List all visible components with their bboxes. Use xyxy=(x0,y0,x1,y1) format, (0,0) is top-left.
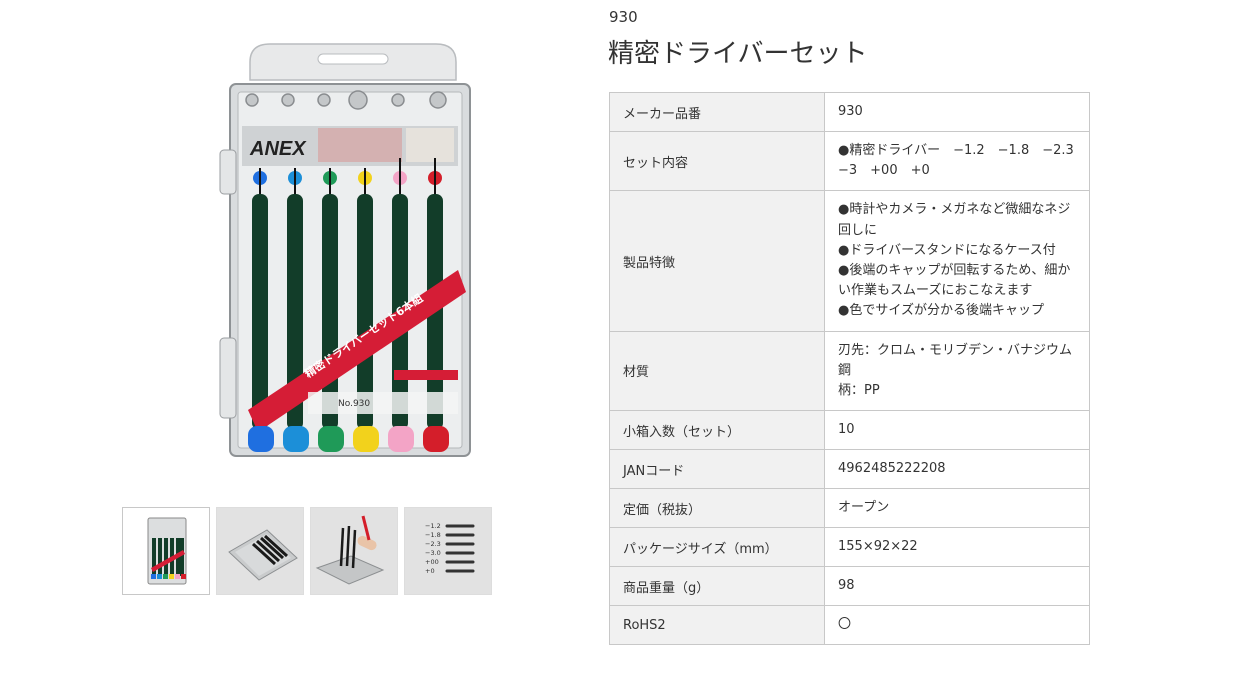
spec-value: 4962485222208 xyxy=(824,449,1090,490)
spec-value-line: 930 xyxy=(838,103,863,119)
spec-row: 材質 刃先：クロム・モリブデン・バナジウム鋼柄：PP xyxy=(609,330,1090,412)
thumbnail-package[interactable] xyxy=(122,507,210,595)
spec-row: 商品重量（g） 98 xyxy=(609,566,1090,607)
spec-value-line: 鋼 xyxy=(838,362,852,378)
spec-value-line: 98 xyxy=(838,578,855,594)
spec-value: ●精密ドライバー −1.2 −1.8 −2.3 −3 +00 +0 xyxy=(824,130,1090,192)
thumbnail-case-open[interactable] xyxy=(216,507,304,595)
spec-label: 小箱入数（セット） xyxy=(609,410,825,451)
svg-text:ANEX: ANEX xyxy=(249,138,307,160)
spec-row: メーカー品番 930 xyxy=(609,92,1090,132)
spec-label: RoHS2 xyxy=(609,605,825,646)
spec-value-line: ●時計やカメラ・メガネなど微細なネジ xyxy=(838,202,1071,218)
spec-label: 商品重量（g） xyxy=(609,566,825,607)
spec-value: 10 xyxy=(824,410,1090,451)
spec-row: パッケージサイズ（mm） 155×92×22 xyxy=(609,527,1090,568)
spec-value: 〇 xyxy=(824,605,1090,646)
product-code: 930 xyxy=(609,8,638,26)
spec-row: JANコード 4962485222208 xyxy=(609,449,1090,490)
spec-value: 刃先：クロム・モリブデン・バナジウム鋼柄：PP xyxy=(824,330,1090,412)
tip-label: −1.8 xyxy=(425,531,441,539)
product-main-image: ANEX 精密ドライバーセット6本組 No.930 xyxy=(219,43,471,457)
tip-label: +00 xyxy=(425,558,439,566)
spec-value-line: 柄：PP xyxy=(838,383,880,399)
spec-value: ●時計やカメラ・メガネなど微細なネジ 回しに ●ドライバースタンドになるケース付 ●後… xyxy=(824,190,1090,332)
spec-value: 155×92×22 xyxy=(824,527,1090,568)
spec-value-line: オープン xyxy=(838,500,890,516)
spec-value: 930 xyxy=(824,92,1090,132)
tip-label: +0 xyxy=(425,567,435,575)
spec-label: セット内容 xyxy=(609,130,825,192)
spec-value-line: ●精密ドライバー −1.2 −1.8 −2.3 xyxy=(838,143,1074,158)
thumbnail-tips[interactable]: −1.2 −1.8 −2.3 −3.0 +00 +0 xyxy=(404,507,492,595)
tip-label: −3.0 xyxy=(425,549,441,557)
spec-label: 定価（税抜） xyxy=(609,488,825,529)
spec-label: JANコード xyxy=(609,449,825,490)
spec-row: 製品特徴 ●時計やカメラ・メガネなど微細なネジ 回しに ●ドライバースタンドになるケー… xyxy=(609,190,1090,332)
spec-row: RoHS2 〇 xyxy=(609,605,1090,646)
spec-value-line: 155×92×22 xyxy=(838,539,918,555)
spec-value-line: 10 xyxy=(838,422,855,438)
tip-label: −2.3 xyxy=(425,540,441,548)
spec-value-line: 〇 xyxy=(838,617,852,633)
spec-value: オープン xyxy=(824,488,1090,529)
spec-label: メーカー品番 xyxy=(609,92,825,132)
spec-value-line: ●色でサイズが分かる後端キャップ xyxy=(838,303,1044,319)
spec-value-line: −3 +00 +0 xyxy=(838,163,930,179)
spec-value: 98 xyxy=(824,566,1090,607)
spec-value-line: 回しに xyxy=(838,222,878,238)
spec-value-line: い作業もスムーズにおこなえます xyxy=(838,283,1033,299)
spec-table: メーカー品番 930 セット内容 ●精密ドライバー −1.2 −1.8 −2.3 −3 … xyxy=(609,92,1090,646)
spec-row: 定価（税抜） オープン xyxy=(609,488,1090,529)
spec-value-line: ●後端のキャップが回転するため、細か xyxy=(838,263,1071,279)
svg-text:No.930: No.930 xyxy=(338,399,370,409)
spec-label: パッケージサイズ（mm） xyxy=(609,527,825,568)
thumbnail-stand-in-use[interactable] xyxy=(310,507,398,595)
spec-row: セット内容 ●精密ドライバー −1.2 −1.8 −2.3 −3 +00 +0 xyxy=(609,130,1090,192)
spec-label: 材質 xyxy=(609,330,825,412)
product-title: 精密ドライバーセット xyxy=(608,39,868,69)
spec-value-line: ●ドライバースタンドになるケース付 xyxy=(838,242,1056,258)
spec-value-line: 刃先：クロム・モリブデン・バナジウム xyxy=(838,342,1073,358)
tip-label: −1.2 xyxy=(425,522,441,530)
spec-row: 小箱入数（セット） 10 xyxy=(609,410,1090,451)
spec-label: 製品特徴 xyxy=(609,190,825,332)
spec-value-line: 4962485222208 xyxy=(838,461,946,477)
